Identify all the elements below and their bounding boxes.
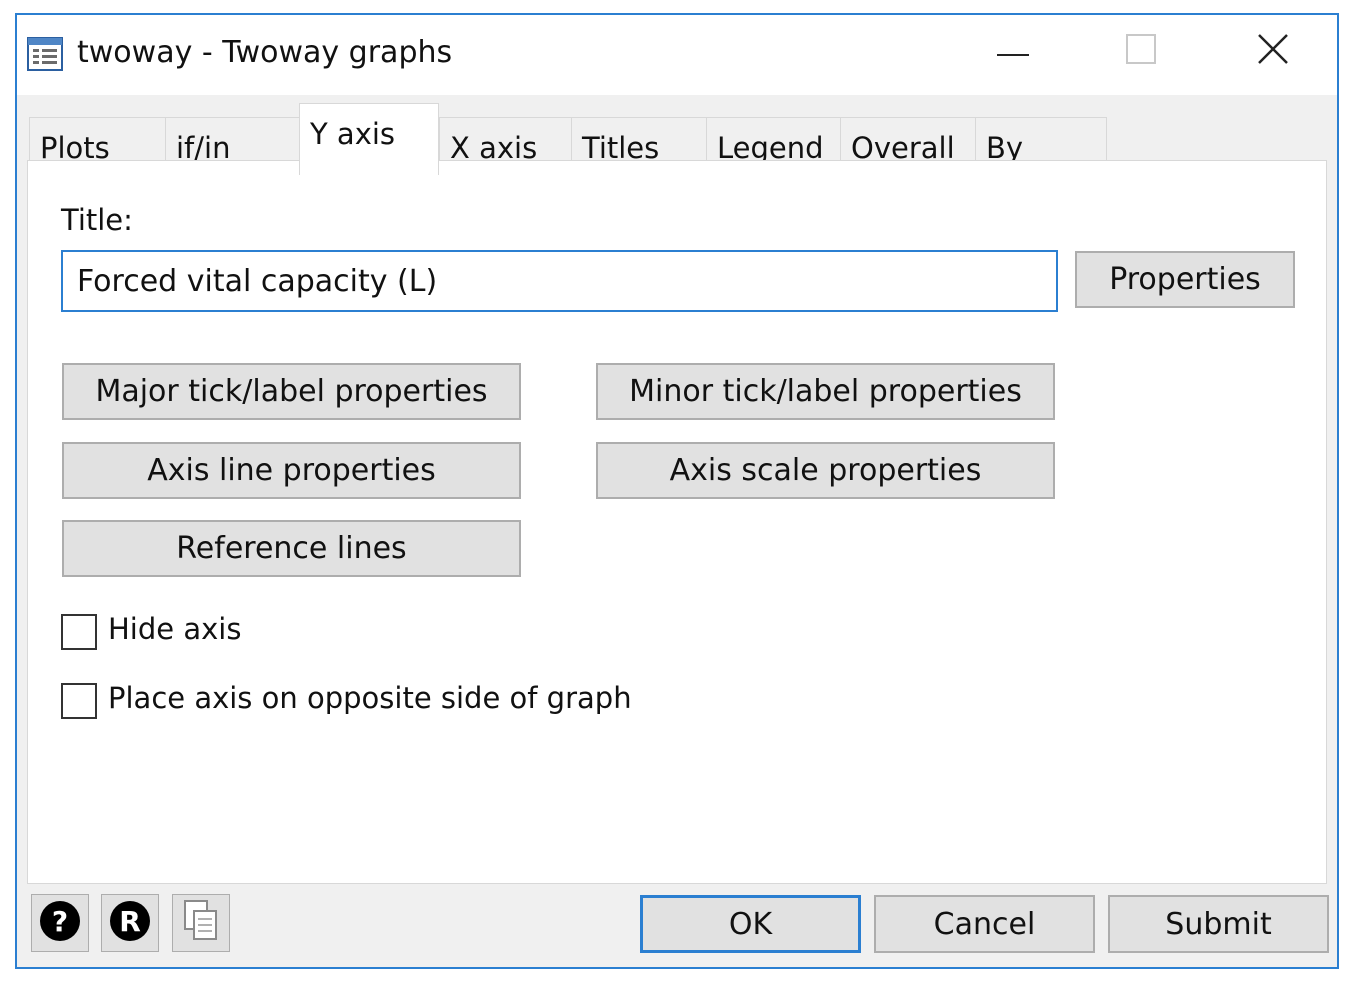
- title-bar: twoway - Twoway graphs: [17, 15, 1337, 95]
- svg-text:R: R: [119, 905, 141, 938]
- title-label: Title:: [61, 203, 133, 237]
- opposite-side-label: Place axis on opposite side of graph: [108, 681, 632, 715]
- tab-y-axis[interactable]: Y axis: [299, 103, 439, 175]
- close-icon: [1257, 33, 1289, 69]
- dialog-window: twoway - Twoway graphs Plots if/in Y axi…: [15, 13, 1339, 969]
- title-input[interactable]: [61, 250, 1058, 312]
- help-button[interactable]: ?: [31, 894, 89, 952]
- minimize-icon: [997, 42, 1029, 61]
- tab-y-axis-label: Y axis: [310, 117, 396, 151]
- maximize-icon: [1126, 34, 1156, 68]
- axis-scale-properties-button[interactable]: Axis scale properties: [596, 442, 1055, 499]
- app-dialog-icon: [27, 37, 63, 71]
- reset-button[interactable]: R: [101, 894, 159, 952]
- hide-axis-checkbox[interactable]: [61, 614, 97, 650]
- opposite-side-checkbox[interactable]: [61, 683, 97, 719]
- window-title: twoway - Twoway graphs: [77, 35, 453, 70]
- y-axis-panel: Title: Properties Major tick/label prope…: [27, 160, 1327, 884]
- ok-button[interactable]: OK: [640, 895, 861, 953]
- title-properties-button[interactable]: Properties: [1075, 251, 1295, 308]
- minor-tick-label-properties-button[interactable]: Minor tick/label properties: [596, 363, 1055, 420]
- tab-bar: Plots if/in Y axis X axis Titles Legend …: [17, 95, 1337, 175]
- reset-icon: R: [109, 900, 151, 946]
- minimize-button[interactable]: [983, 29, 1043, 73]
- cancel-button[interactable]: Cancel: [874, 895, 1095, 953]
- help-icon: ?: [39, 900, 81, 946]
- axis-line-properties-button[interactable]: Axis line properties: [62, 442, 521, 499]
- maximize-button[interactable]: [1111, 29, 1171, 73]
- copy-command-icon: [181, 899, 221, 947]
- copy-command-button[interactable]: [172, 894, 230, 952]
- close-button[interactable]: [1243, 29, 1303, 73]
- major-tick-label-properties-button[interactable]: Major tick/label properties: [62, 363, 521, 420]
- submit-button[interactable]: Submit: [1108, 895, 1329, 953]
- reference-lines-button[interactable]: Reference lines: [62, 520, 521, 577]
- hide-axis-label: Hide axis: [108, 612, 242, 646]
- svg-text:?: ?: [52, 905, 68, 938]
